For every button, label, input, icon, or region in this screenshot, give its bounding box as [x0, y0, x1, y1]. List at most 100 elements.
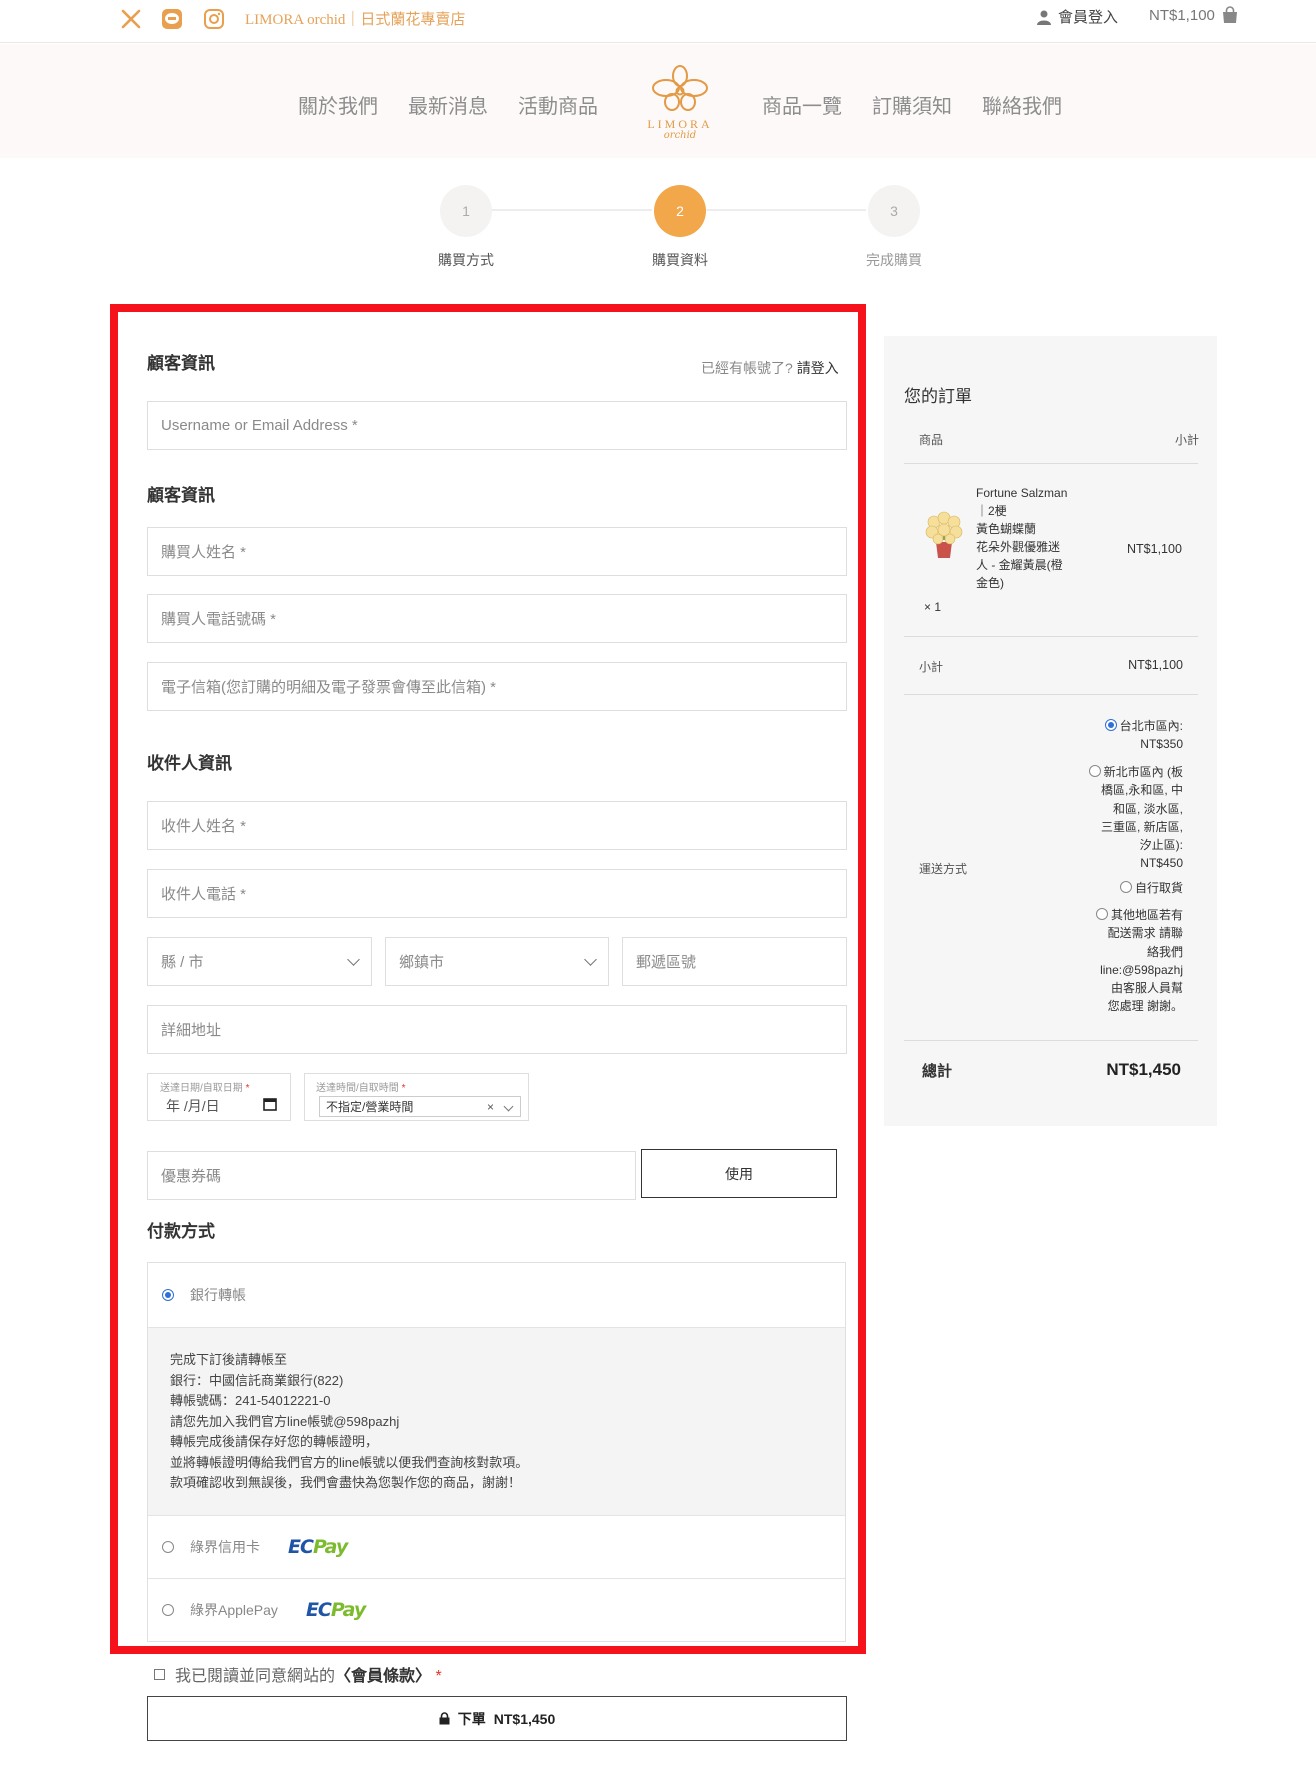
- step-3-label: 完成購買: [866, 252, 922, 268]
- instruction-line: 轉帳完成後請保存好您的轉帳證明，: [170, 1434, 379, 1449]
- zip-placeholder: 郵遞區號: [636, 954, 697, 971]
- brand-tagline[interactable]: LIMORA orchid｜日式蘭花專賣店: [245, 8, 465, 29]
- product-name-line: ｜2梗: [976, 504, 1007, 518]
- terms-link[interactable]: 〈會員條款〉: [335, 1668, 431, 1685]
- chevron-down-icon: [503, 1101, 514, 1112]
- member-login-link[interactable]: 會員登入: [1036, 6, 1118, 27]
- recipient-name-placeholder: 收件人姓名 *: [161, 818, 247, 835]
- district-select[interactable]: 鄉鎮市: [385, 937, 609, 986]
- payment-methods: 銀行轉帳 完成下訂後請轉帳至 銀行：中國信託商業銀行(822) 轉帳號碼：241…: [147, 1262, 846, 1642]
- delivery-time-field: 送達時間/自取時間 * 不指定/營業時間 ×: [304, 1073, 529, 1121]
- zip-field[interactable]: 郵遞區號: [622, 937, 847, 986]
- recipient-section-title: 收件人資訊: [147, 754, 232, 773]
- buyer-section-title: 顧客資訊: [147, 486, 215, 505]
- orchid-logo-icon: [652, 65, 708, 111]
- login-prompt-text: 已經有帳號了?: [701, 360, 793, 376]
- product-name-line: 人 - 金耀黃晨(橙: [976, 558, 1063, 572]
- calendar-icon[interactable]: [263, 1097, 277, 1111]
- credit-card-radio[interactable]: [162, 1541, 174, 1553]
- chevron-down-icon: [584, 952, 597, 966]
- payment-option-label: 銀行轉帳: [190, 1287, 246, 1303]
- divider: [904, 694, 1198, 695]
- buyer-email-placeholder: 電子信箱(您訂購的明細及電子發票會傳至此信箱) *: [161, 679, 496, 696]
- payment-option-applepay[interactable]: 綠界ApplePay ECPay: [148, 1579, 845, 1641]
- customer-section-title: 顧客資訊: [147, 354, 215, 373]
- line-icon[interactable]: [160, 7, 184, 31]
- step-2-circle: 2: [654, 185, 706, 237]
- step-1-label: 購買方式: [438, 252, 494, 268]
- cart-link[interactable]: NT$1,100: [1149, 6, 1239, 24]
- top-bar: LIMORA orchid｜日式蘭花專賣店 會員登入 NT$1,100: [0, 0, 1316, 43]
- buyer-name-field[interactable]: 購買人姓名 *: [147, 527, 847, 576]
- county-select[interactable]: 縣 / 市: [147, 937, 372, 986]
- x-twitter-icon[interactable]: [119, 7, 143, 31]
- place-order-button[interactable]: 下單 NT$1,450: [147, 1696, 847, 1741]
- buyer-name-placeholder: 購買人姓名 *: [161, 544, 247, 561]
- nav-order-info[interactable]: 訂購須知: [872, 90, 952, 119]
- bank-transfer-radio[interactable]: [162, 1289, 174, 1301]
- county-placeholder: 縣 / 市: [161, 954, 204, 971]
- recipient-phone-field[interactable]: 收件人電話 *: [147, 869, 847, 918]
- nav-promotions[interactable]: 活動商品: [518, 90, 598, 119]
- order-summary-title: 您的訂單: [904, 387, 972, 406]
- step-connector: [492, 209, 652, 211]
- login-link[interactable]: 請登入: [797, 360, 839, 376]
- shipping-radio[interactable]: [1095, 908, 1108, 921]
- nav-about[interactable]: 關於我們: [298, 90, 378, 119]
- terms-agreement: 我已閱讀並同意網站的〈會員條款〉 *: [154, 1662, 442, 1686]
- buyer-phone-placeholder: 購買人電話號碼 *: [161, 611, 277, 628]
- product-name-line: 金色): [976, 576, 1004, 590]
- lock-icon: [439, 1712, 450, 1725]
- site-logo[interactable]: LIMORA orchid: [636, 64, 724, 148]
- coupon-placeholder: 優惠券碼: [161, 1168, 222, 1185]
- nav-products[interactable]: 商品一覽: [762, 90, 842, 119]
- apply-coupon-button[interactable]: 使用: [641, 1149, 837, 1198]
- product-name-line: 花朵外觀優雅迷: [976, 540, 1061, 554]
- coupon-field[interactable]: 優惠券碼: [147, 1151, 636, 1200]
- shopping-bag-icon: [1222, 6, 1237, 23]
- applepay-radio[interactable]: [162, 1604, 174, 1616]
- col-product: 商品: [919, 433, 944, 447]
- shipping-radio[interactable]: [1119, 881, 1132, 894]
- shipping-radio[interactable]: [1104, 719, 1117, 732]
- instruction-line: 完成下訂後請轉帳至: [170, 1352, 288, 1367]
- divider: [904, 463, 1198, 464]
- product-name[interactable]: Fortune Salzman ｜2梗 黃色蝴蝶蘭 花朵外觀優雅迷 人 - 金耀…: [976, 484, 1076, 592]
- payment-section-title: 付款方式: [147, 1222, 215, 1241]
- recipient-phone-placeholder: 收件人電話 *: [161, 886, 247, 903]
- nav-news[interactable]: 最新消息: [408, 90, 488, 119]
- buyer-phone-field[interactable]: 購買人電話號碼 *: [147, 594, 847, 643]
- recipient-name-field[interactable]: 收件人姓名 *: [147, 801, 847, 850]
- username-field[interactable]: Username or Email Address *: [147, 401, 847, 450]
- nav-contact[interactable]: 聯絡我們: [982, 90, 1062, 119]
- instagram-icon[interactable]: [202, 7, 226, 31]
- clear-icon[interactable]: ×: [487, 1100, 494, 1114]
- step-2-label: 購買資料: [652, 252, 708, 268]
- ecpay-logo: ECPay: [305, 1599, 366, 1621]
- bank-instructions: 完成下訂後請轉帳至 銀行：中國信託商業銀行(822) 轉帳號碼：241-5401…: [148, 1327, 845, 1516]
- total-label: 總計: [922, 1063, 953, 1080]
- buyer-email-field[interactable]: 電子信箱(您訂購的明細及電子發票會傳至此信箱) *: [147, 662, 847, 711]
- instruction-line: 請您先加入我們官方line帳號@598pazhj: [170, 1413, 400, 1429]
- instruction-line: 並將轉帳證明傳給我們官方的line帳號以便我們查詢核對款項。: [170, 1454, 529, 1470]
- product-image[interactable]: [922, 510, 966, 560]
- product-name-line: 黃色蝴蝶蘭: [976, 522, 1037, 536]
- shipping-option-taipei[interactable]: 台北市區內: NT$350: [1104, 717, 1183, 754]
- shipping-radio[interactable]: [1088, 765, 1101, 778]
- step-connector: [706, 209, 866, 211]
- product-quantity: × 1: [924, 600, 942, 614]
- member-login-label: 會員登入: [1058, 9, 1119, 26]
- payment-option-credit-card[interactable]: 綠界信用卡 ECPay: [148, 1516, 845, 1579]
- district-placeholder: 鄉鎮市: [399, 954, 445, 971]
- order-summary: 您的訂單 商品 小計 Fortune Salzman ｜2梗 黃色蝴蝶蘭 花朵外…: [884, 336, 1217, 1126]
- address-field[interactable]: 詳細地址: [147, 1005, 847, 1054]
- delivery-date-field[interactable]: 送達日期/自取日期 * 年 /月/日: [147, 1073, 291, 1121]
- shipping-option-new-taipei[interactable]: 新北市區內 (板 橋區,永和區, 中 和區, 淡水區, 三重區, 新店區, 汐止…: [1088, 763, 1183, 873]
- shipping-option-other[interactable]: 其他地區若有 配送需求 請聯 絡我們 line:@598pazhj 由客服人員幫…: [1095, 906, 1183, 1016]
- delivery-time-select[interactable]: 不指定/營業時間 ×: [319, 1096, 521, 1117]
- total-value: NT$1,450: [1106, 1060, 1181, 1079]
- payment-option-label: 綠界信用卡: [190, 1539, 260, 1555]
- payment-option-bank[interactable]: 銀行轉帳: [148, 1263, 845, 1327]
- terms-checkbox[interactable]: [154, 1668, 165, 1680]
- shipping-option-pickup[interactable]: 自行取貨: [1119, 879, 1183, 897]
